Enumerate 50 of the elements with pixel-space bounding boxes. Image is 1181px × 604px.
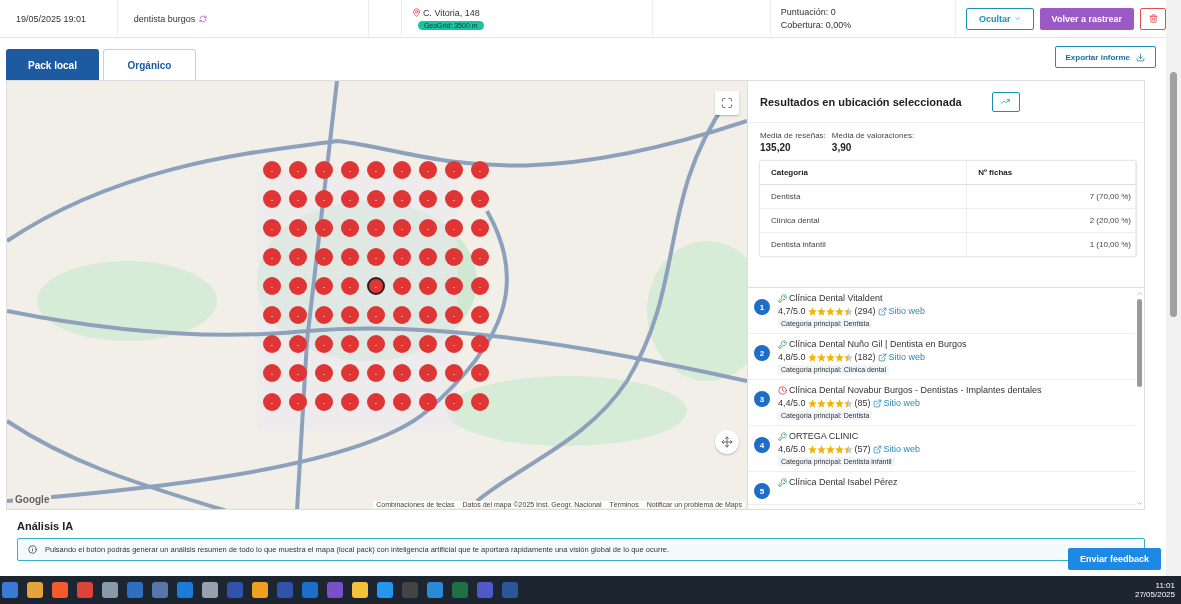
- map-logo: Google: [13, 494, 52, 505]
- business-name[interactable]: Clínica Dental Vitaldent: [789, 293, 883, 303]
- stat-label: Media de valoraciones:: [831, 131, 915, 140]
- rank-badge: 2: [754, 345, 770, 361]
- website-link[interactable]: Sitio web: [872, 398, 921, 408]
- review-count: (57): [854, 444, 871, 454]
- rescan-button[interactable]: Volver a rastrear: [1039, 7, 1134, 30]
- score: Puntuación: 0: [780, 7, 837, 17]
- scan-date: 19/05/2025 19:01: [16, 13, 87, 24]
- rating: 4,6/5.0: [778, 444, 806, 454]
- review-count: (182): [854, 352, 876, 362]
- rating: 4,4/5.0: [778, 398, 806, 408]
- table-cell: Clínica dental: [760, 208, 967, 233]
- table-cell: 7 (70,00 %): [966, 184, 1136, 209]
- website-link[interactable]: Sitio web: [877, 306, 926, 316]
- section-title: Análisis IA: [17, 520, 75, 532]
- rank-badge: 1: [754, 299, 770, 315]
- export-button[interactable]: Exportar informe: [1054, 46, 1156, 68]
- website-link[interactable]: Sitio web: [872, 444, 921, 454]
- table-cell: 1 (10,00 %): [966, 232, 1136, 256]
- keyword: dentista burgos: [133, 13, 196, 24]
- hide-button[interactable]: Ocultar: [966, 7, 1034, 30]
- tab[interactable]: Orgánico: [103, 49, 196, 80]
- address: C. Vitoria, 148: [422, 7, 480, 18]
- stat-value: 135,20: [760, 142, 792, 153]
- website-link[interactable]: Sitio web: [877, 352, 926, 362]
- tab[interactable]: Pack local: [6, 49, 99, 80]
- column-header: Categoría: [760, 161, 967, 185]
- rating: 4,8/5.0: [778, 352, 806, 362]
- stat-label: Media de reseñas:: [760, 131, 826, 140]
- coverage: Cobertura: 0,00%: [780, 20, 853, 30]
- business-name[interactable]: ORTEGA CLINIC: [789, 431, 859, 441]
- review-count: (85): [854, 398, 871, 408]
- table-cell: 2 (20,00 %): [966, 208, 1136, 233]
- feedback-button[interactable]: Enviar feedback: [1067, 548, 1161, 570]
- column-header: Nº fichas: [966, 161, 1136, 185]
- table-cell: Dentista infantil: [760, 232, 967, 256]
- review-count: (294): [854, 306, 876, 316]
- rank-badge: 4: [754, 437, 770, 453]
- panel-title: Resultados en ubicación seleccionada: [760, 95, 962, 108]
- rank-badge: 3: [754, 391, 770, 407]
- business-name[interactable]: Clínica Dental Isabel Pérez: [789, 477, 898, 487]
- rating: 4,7/5.0: [778, 306, 806, 316]
- business-name[interactable]: Clínica Dental Nuño Gil | Dentista en Burgos: [789, 339, 967, 349]
- stat-value: 3,90: [831, 142, 853, 153]
- business-name[interactable]: Clínica Dental Novabur Burgos - Dentistas - Implantes dentales: [789, 385, 1042, 395]
- table-cell: Dentista: [760, 184, 967, 209]
- rank-badge: 5: [754, 483, 770, 499]
- clock-date: 27/05/2025: [1134, 590, 1175, 599]
- clock-time: 11:01: [1155, 581, 1175, 590]
